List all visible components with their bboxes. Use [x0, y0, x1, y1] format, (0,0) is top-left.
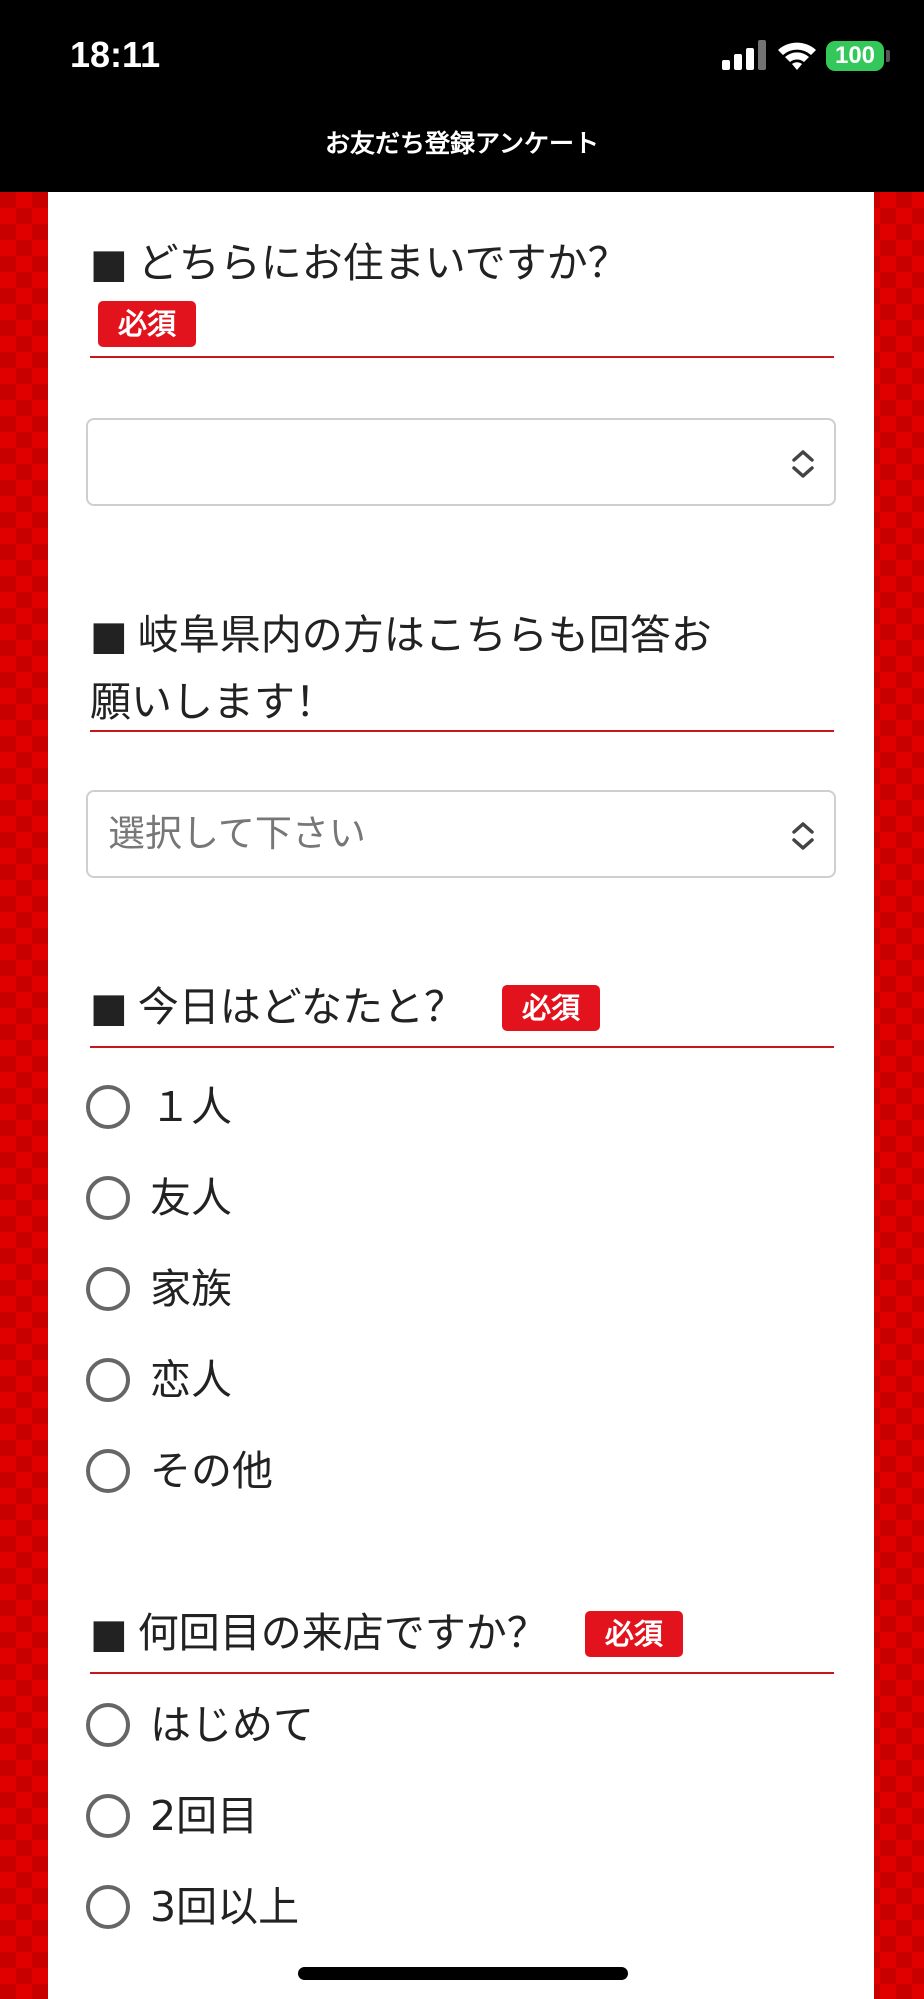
battery-tip — [886, 50, 890, 62]
square-bullet-icon: ■ — [90, 985, 128, 1031]
radio-label: 2回目 — [150, 1792, 259, 1840]
battery-icon: 100 — [826, 41, 884, 71]
required-badge: 必須 — [98, 301, 197, 347]
radio-unchecked-icon[interactable] — [86, 1885, 130, 1929]
question-companion-title: 今日はどなたと？ — [137, 983, 465, 1031]
square-bullet-icon: ■ — [90, 613, 128, 659]
required-badge: 必須 — [584, 1611, 683, 1657]
survey-form: ■ どちらにお住まいですか？ 必須 ■ 岐阜県内の方はこちらも回答お 願いします！ … — [48, 192, 874, 1999]
question-residence-title: どちらにお住まいですか？ — [137, 239, 629, 287]
square-bullet-icon: ■ — [90, 241, 128, 287]
radio-label: その他 — [150, 1447, 273, 1495]
cellular-signal-icon — [722, 40, 766, 70]
wifi-icon — [778, 42, 816, 70]
residence-select[interactable] — [86, 418, 836, 506]
question-residence-heading: ■ どちらにお住まいですか？ 必須 — [90, 230, 834, 358]
question-gifu-title-line2: 願いします！ — [90, 678, 336, 726]
radio-label: 家族 — [150, 1265, 232, 1313]
question-visits-title: 何回目の来店ですか？ — [137, 1609, 548, 1657]
chevron-up-down-icon — [792, 450, 814, 478]
status-bar: 18:11 100 — [0, 0, 924, 112]
home-indicator[interactable] — [298, 1967, 628, 1980]
required-badge: 必須 — [502, 985, 601, 1031]
radio-unchecked-icon[interactable] — [86, 1176, 130, 1220]
question-gifu-heading: ■ 岐阜県内の方はこちらも回答お 願いします！ — [90, 602, 834, 732]
question-gifu-title-line1: 岐阜県内の方はこちらも回答お — [137, 611, 712, 659]
page-title: お友だち登録アンケート — [0, 112, 924, 192]
square-bullet-icon: ■ — [90, 1611, 128, 1657]
radio-label: 3回以上 — [150, 1883, 300, 1931]
status-time: 18:11 — [70, 34, 161, 75]
radio-label: 恋人 — [150, 1356, 232, 1404]
gifu-area-select[interactable]: 選択して下さい — [86, 790, 836, 878]
radio-label: １人 — [150, 1083, 232, 1131]
radio-unchecked-icon[interactable] — [86, 1703, 130, 1747]
radio-unchecked-icon[interactable] — [86, 1358, 130, 1402]
question-companion-heading: ■ 今日はどなたと？ 必須 — [90, 974, 834, 1048]
gifu-select-placeholder: 選択して下さい — [108, 812, 366, 855]
radio-unchecked-icon[interactable] — [86, 1085, 130, 1129]
radio-unchecked-icon[interactable] — [86, 1449, 130, 1493]
chevron-up-down-icon — [792, 822, 814, 850]
radio-label: 友人 — [150, 1174, 232, 1222]
radio-unchecked-icon[interactable] — [86, 1267, 130, 1311]
question-visits-heading: ■ 何回目の来店ですか？ 必須 — [90, 1600, 834, 1674]
radio-label: はじめて — [150, 1701, 314, 1749]
radio-unchecked-icon[interactable] — [86, 1794, 130, 1838]
